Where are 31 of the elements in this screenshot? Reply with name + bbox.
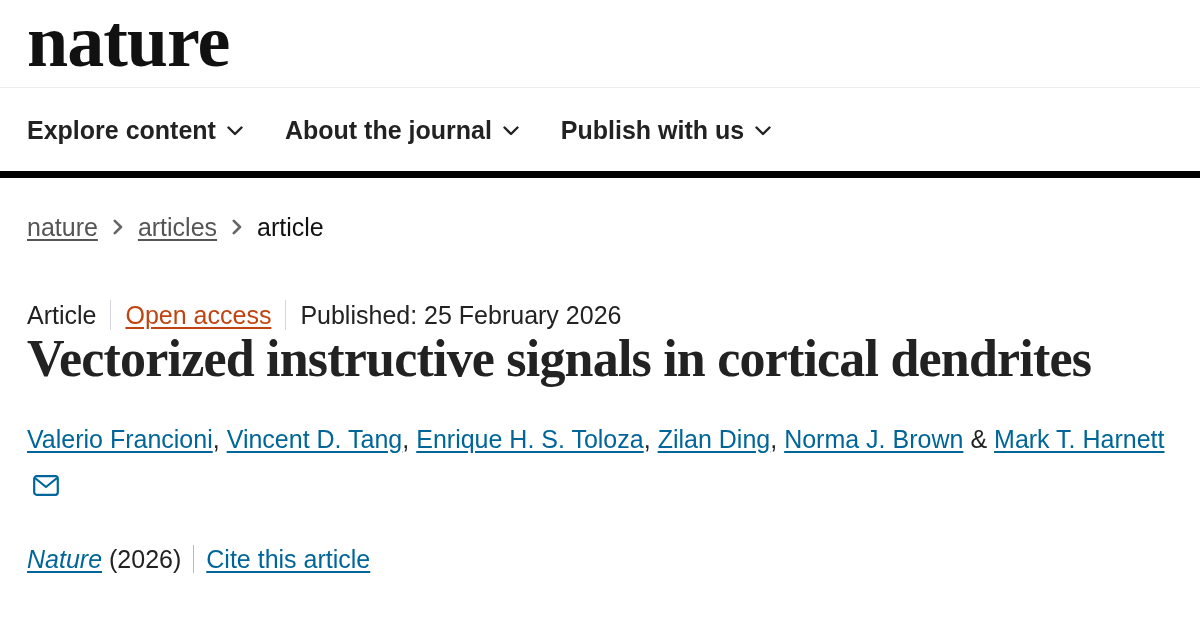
author-separator: , [643, 424, 651, 454]
chevron-down-icon [226, 125, 243, 136]
publish-date: Published: 25 February 2026 [300, 300, 622, 330]
cite-article-link[interactable]: Cite this article [206, 544, 371, 574]
breadcrumb-link[interactable]: nature [27, 212, 98, 242]
author-link[interactable]: Mark T. Harnett [994, 424, 1165, 454]
author-link[interactable]: Vincent D. Tang [226, 424, 403, 454]
journal-link[interactable]: Nature [27, 544, 103, 574]
chevron-down-icon [755, 125, 772, 136]
author-link[interactable]: Zilan Ding [657, 424, 771, 454]
author-link[interactable]: Valerio Francioni [27, 424, 213, 454]
author-separator: & [970, 424, 988, 454]
author-link[interactable]: Norma J. Brown [784, 424, 964, 454]
author-separator: , [770, 424, 778, 454]
author-separator: , [402, 424, 410, 454]
open-access-link[interactable]: Open access [125, 300, 272, 330]
author-link[interactable]: Enrique H. S. Toloza [416, 424, 644, 454]
breadcrumb-link[interactable]: articles [137, 212, 218, 242]
nav-menu-button[interactable]: About the journal [284, 116, 519, 145]
breadcrumb-current: article [257, 212, 324, 242]
article-type: Article [27, 300, 97, 330]
chevron-right-icon [112, 219, 123, 235]
chevron-down-icon [502, 125, 519, 136]
nav-menu-button[interactable]: Explore content [27, 116, 243, 145]
mail-icon[interactable] [33, 475, 59, 496]
author-separator: , [212, 424, 220, 454]
journal-logo[interactable]: nature [27, 4, 230, 78]
article-title: Vectorized instructive signals in cortical dendrites [27, 331, 1093, 387]
publication-year: (2026) [109, 544, 182, 574]
chevron-right-icon [232, 219, 243, 235]
nav-menu-button[interactable]: Publish with us [560, 116, 772, 145]
